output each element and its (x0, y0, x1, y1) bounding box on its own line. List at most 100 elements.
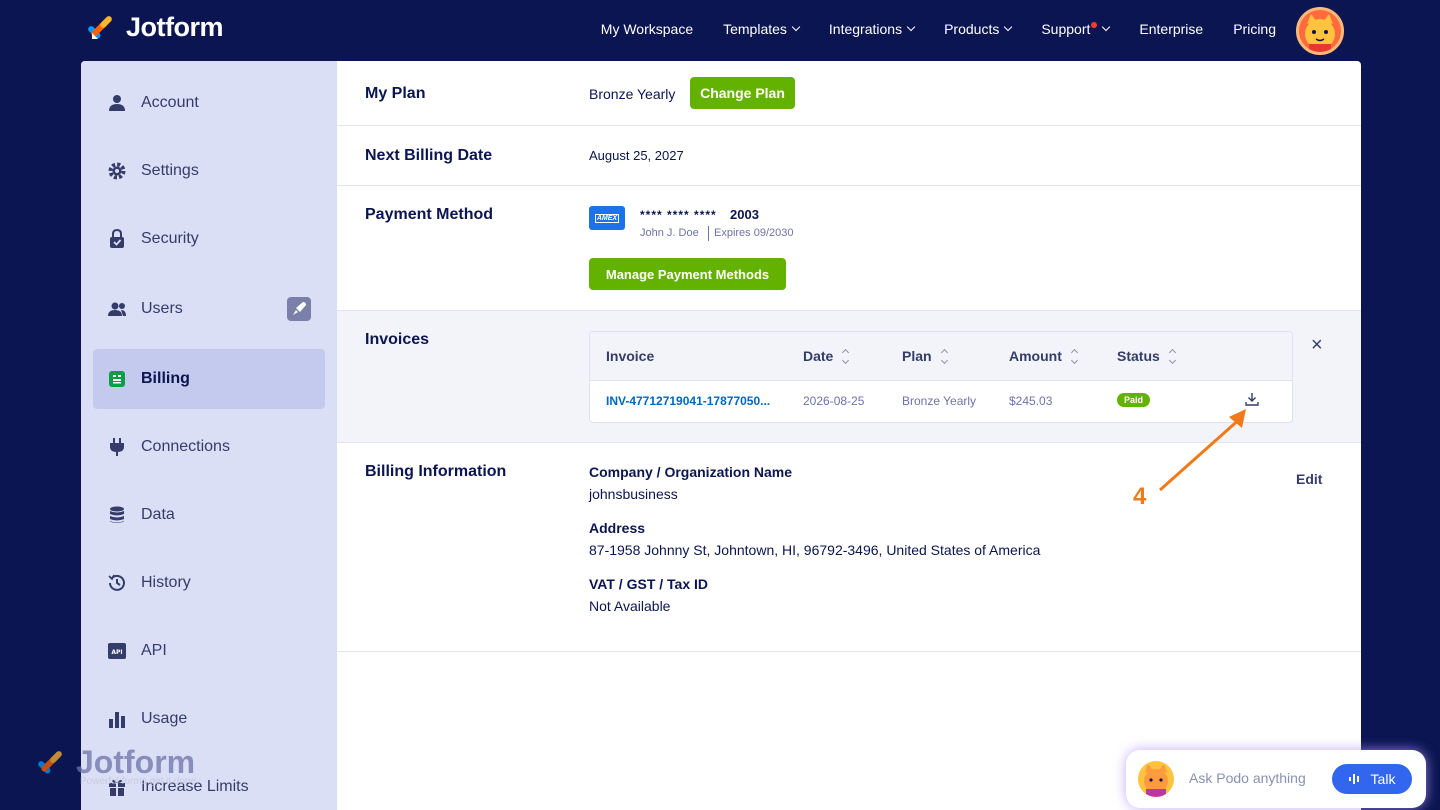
close-invoices-button[interactable]: × (1311, 335, 1323, 355)
sidebar-item-api[interactable]: API API (93, 621, 325, 681)
next-billing-row: Next Billing Date August 25, 2027 (337, 126, 1361, 186)
lock-icon (107, 229, 127, 249)
rocket-icon[interactable] (287, 297, 311, 321)
invoices-label: Invoices (365, 331, 430, 348)
gear-icon (107, 161, 127, 181)
jotform-logo-icon (38, 750, 62, 774)
user-icon (107, 93, 127, 113)
company-value: johnsbusiness (589, 486, 678, 502)
sidebar-item-label: Usage (141, 710, 188, 727)
database-icon (107, 505, 127, 525)
sidebar-item-connections[interactable]: Connections (93, 417, 325, 477)
vat-label: VAT / GST / Tax ID (589, 576, 709, 592)
sidebar-item-label: Security (141, 230, 199, 247)
sort-icon (1070, 348, 1078, 364)
notification-dot (1091, 22, 1098, 28)
nav-my-workspace[interactable]: My Workspace (601, 21, 693, 37)
nav-pricing[interactable]: Pricing (1233, 21, 1276, 37)
chevron-down-icon (791, 22, 801, 32)
my-plan-row: My Plan Bronze Yearly Change Plan (337, 61, 1361, 126)
talk-label: Talk (1370, 771, 1396, 787)
plug-icon (107, 437, 127, 457)
invoice-amount: $245.03 (1009, 394, 1053, 408)
sidebar-item-account[interactable]: Account (93, 73, 325, 133)
next-billing-date: August 25, 2027 (589, 148, 684, 163)
amex-card-icon: AMEX (589, 206, 625, 230)
watermark: Jotform Powerful forms get it done. (38, 744, 199, 787)
sidebar-item-label: History (141, 574, 191, 591)
main-nav: My Workspace Templates Integrations Prod… (601, 21, 1276, 37)
table-header: Invoice Date Plan Amount Status (590, 332, 1292, 381)
next-billing-label: Next Billing Date (365, 147, 493, 164)
bar-chart-icon (107, 709, 127, 729)
sidebar-item-label: API (141, 642, 167, 659)
sidebar-item-label: Account (141, 94, 199, 111)
divider (708, 226, 709, 241)
nav-label: Enterprise (1139, 21, 1204, 37)
nav-enterprise[interactable]: Enterprise (1139, 21, 1203, 37)
users-icon (107, 299, 127, 319)
sidebar-item-usage[interactable]: Usage (93, 689, 325, 749)
card-expiry: Expires 09/2030 (714, 227, 794, 239)
nav-integrations[interactable]: Integrations (829, 21, 916, 37)
header-label: Amount (1009, 348, 1062, 364)
sidebar-item-users[interactable]: Users (93, 279, 325, 339)
sidebar-item-settings[interactable]: Settings (93, 141, 325, 201)
brand-name: Jotform (126, 12, 224, 42)
nav-templates[interactable]: Templates (723, 21, 801, 37)
column-header-invoice[interactable]: Invoice (606, 348, 654, 364)
header-label: Date (803, 348, 834, 364)
ask-podo-widget[interactable]: Ask Podo anything Talk (1126, 750, 1426, 808)
sort-icon (940, 348, 948, 364)
change-plan-button[interactable]: Change Plan (690, 77, 795, 109)
podo-input[interactable]: Ask Podo anything (1189, 770, 1306, 786)
sidebar: Account Settings Security Users Billing … (81, 61, 337, 810)
watermark-tagline: Powerful forms get it done. (80, 776, 199, 787)
sidebar-item-label: Users (141, 300, 183, 317)
sidebar-item-label: Data (141, 506, 175, 523)
column-header-date[interactable]: Date (803, 348, 850, 364)
api-icon: API (107, 641, 127, 661)
nav-support[interactable]: Support (1041, 21, 1111, 37)
chevron-down-icon (1102, 22, 1111, 32)
edit-button[interactable]: Edit (1296, 471, 1322, 487)
sidebar-item-history[interactable]: History (93, 553, 325, 613)
column-header-amount[interactable]: Amount (1009, 348, 1078, 364)
cat-avatar-icon (1305, 14, 1335, 52)
nav-label: Pricing (1233, 21, 1276, 37)
header-label: Invoice (606, 348, 655, 364)
column-header-status[interactable]: Status (1117, 348, 1176, 364)
header-label: Plan (902, 348, 932, 364)
column-header-plan[interactable]: Plan (902, 348, 948, 364)
invoice-link[interactable]: INV-47712719041-17877050... (606, 394, 770, 408)
vat-value: Not Available (589, 598, 671, 614)
invoice-date: 2026-08-25 (803, 394, 865, 408)
payment-method-row: Payment Method AMEX **** **** **** 2003 … (337, 186, 1361, 311)
step-number: 4 (1133, 483, 1147, 510)
sidebar-item-label: Settings (141, 162, 199, 179)
payment-method-label: Payment Method (365, 206, 494, 223)
sidebar-item-data[interactable]: Data (93, 485, 325, 545)
sort-icon (1168, 348, 1176, 364)
podo-avatar (1138, 761, 1174, 797)
top-navbar: Jotform My Workspace Templates Integrati… (0, 0, 1440, 62)
jotform-logo-icon (88, 15, 112, 39)
nav-label: Templates (723, 21, 787, 37)
my-plan-label: My Plan (365, 85, 426, 102)
billing-info-label: Billing Information (365, 463, 507, 480)
nav-label: My Workspace (600, 21, 694, 37)
sidebar-item-label: Connections (141, 438, 230, 455)
company-label: Company / Organization Name (589, 464, 793, 480)
card-holder: John J. Doe (640, 227, 699, 239)
manage-payment-methods-button[interactable]: Manage Payment Methods (589, 258, 786, 290)
talk-button[interactable]: Talk (1332, 764, 1412, 794)
sidebar-item-label: Billing (141, 370, 190, 387)
sidebar-item-security[interactable]: Security (93, 209, 325, 269)
user-avatar[interactable] (1296, 7, 1344, 55)
sidebar-item-billing[interactable]: Billing (93, 349, 325, 409)
nav-products[interactable]: Products (944, 21, 1013, 37)
header-label: Status (1117, 348, 1160, 364)
jotform-logo[interactable]: Jotform (88, 12, 224, 43)
nav-label: Support (1041, 21, 1091, 37)
svg-text:API: API (111, 649, 122, 656)
